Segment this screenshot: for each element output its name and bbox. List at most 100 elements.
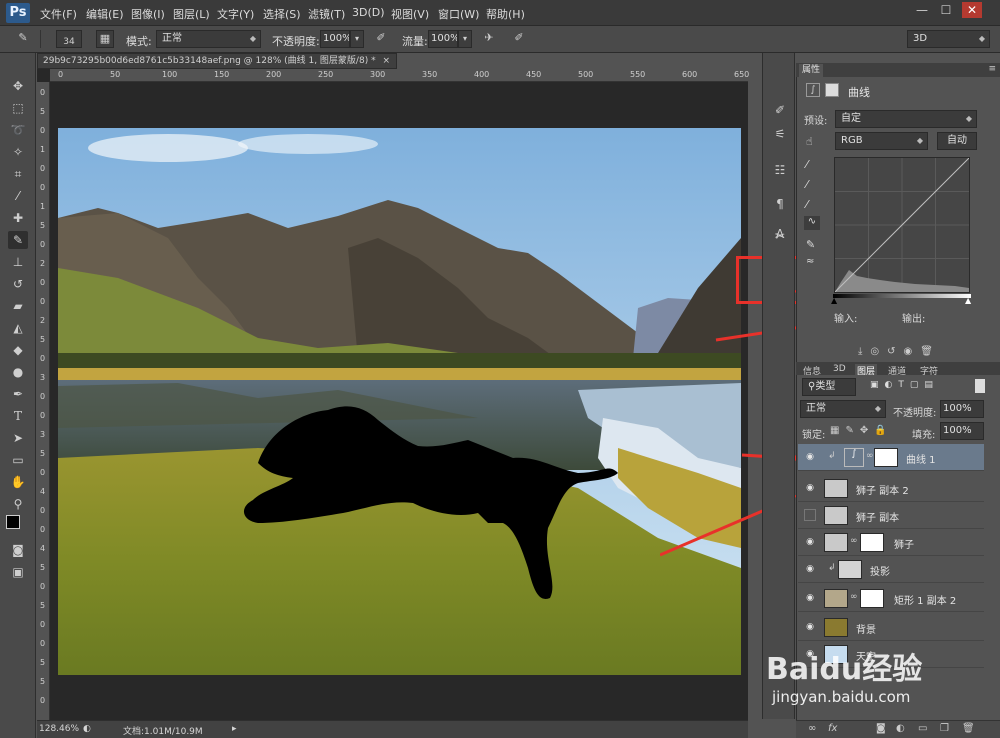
menu-file[interactable]: 文件(F) <box>40 6 77 22</box>
black-slider-handle[interactable]: ▲ <box>831 296 837 305</box>
menu-select[interactable]: 选择(S) <box>263 6 301 22</box>
properties-footer-icons[interactable]: ⤓◎↺◉🗑 <box>858 346 988 360</box>
visibility-eye-icon[interactable]: ◉ <box>804 451 816 463</box>
crop-tool-icon[interactable]: ⌗ <box>8 165 28 183</box>
menu-view[interactable]: 视图(V) <box>391 6 429 22</box>
opacity-dropdown-icon[interactable]: ▾ <box>350 30 364 48</box>
group-icon[interactable]: ▭ <box>918 723 927 734</box>
layer-mask-thumbnail[interactable] <box>874 448 898 467</box>
status-menu-icon[interactable]: ▸ <box>232 724 237 734</box>
fill-input[interactable]: 100% <box>940 422 984 440</box>
minimize-button[interactable]: — <box>912 2 932 18</box>
eyedropper-tool-icon[interactable]: ⁄ <box>8 187 28 205</box>
curves-graph[interactable] <box>834 157 970 293</box>
pressure-opacity-icon[interactable]: ✐ <box>372 30 390 48</box>
brush-tool-icon[interactable]: ✎ <box>14 30 32 48</box>
paint-bucket-tool-icon[interactable]: ◭ <box>8 319 28 337</box>
layer-filter-icons[interactable]: ▣◐T▢▤ <box>870 380 939 390</box>
hand-tool-icon[interactable]: ✋ <box>8 473 28 491</box>
layer-row-sky[interactable]: ◉ 天空 <box>798 641 984 668</box>
fx-icon[interactable]: fx <box>828 723 837 734</box>
opacity-input[interactable]: 100% <box>320 30 350 48</box>
marquee-tool-icon[interactable]: ⬚ <box>8 99 28 117</box>
lock-icons[interactable]: ▦✎✥🔒 <box>830 425 893 436</box>
close-tab-icon[interactable]: × <box>382 54 390 68</box>
trash-icon[interactable]: 🗑 <box>962 723 975 734</box>
auto-button[interactable]: 自动 <box>937 132 977 150</box>
tab-properties[interactable]: 属性 <box>799 64 824 77</box>
brush-presets-icon[interactable]: ✐ <box>770 101 790 119</box>
layer-mask-thumbnail[interactable] <box>860 533 884 552</box>
status-info-icon[interactable]: ◐ <box>83 724 91 734</box>
menu-layer[interactable]: 图层(L) <box>173 6 210 22</box>
tab-character[interactable]: 字符 <box>920 364 938 377</box>
visibility-eye-icon[interactable]: ◉ <box>804 621 816 633</box>
black-point-eyedropper-icon[interactable]: ⁄ <box>806 158 808 171</box>
layer-mask-thumbnail[interactable] <box>860 589 884 608</box>
filter-toggle[interactable] <box>975 379 985 393</box>
visibility-toggle-hidden[interactable]: · <box>804 509 816 521</box>
lasso-tool-icon[interactable]: ➰ <box>8 121 28 139</box>
move-tool-icon[interactable]: ✥ <box>8 77 28 95</box>
rectangle-tool-icon[interactable]: ▭ <box>8 451 28 469</box>
brush-tool-icon[interactable]: ✎ <box>8 231 28 249</box>
mode-select[interactable]: 正常 ◆ <box>156 30 261 48</box>
mask-icon[interactable]: ◙ <box>876 723 886 734</box>
panel-menu-icon[interactable]: ≡ <box>988 64 996 74</box>
blur-tool-icon[interactable]: ◆ <box>8 341 28 359</box>
magic-wand-tool-icon[interactable]: ✧ <box>8 143 28 161</box>
tools-icon[interactable]: ✂ <box>770 227 790 245</box>
maximize-button[interactable]: ☐ <box>936 2 956 18</box>
white-slider-handle[interactable]: ▲ <box>965 296 971 305</box>
layer-row-background[interactable]: ◉ 背景 <box>798 614 984 641</box>
new-layer-icon[interactable]: ❐ <box>940 723 949 734</box>
layer-row-rectangle-copy-2[interactable]: ◉ ∞ 矩形 1 副本 2 <box>798 585 984 612</box>
layer-opacity-input[interactable]: 100% <box>940 400 984 418</box>
tab-info[interactable]: 信息 <box>803 364 821 377</box>
visibility-eye-icon[interactable]: ◉ <box>804 482 816 494</box>
workspace-select[interactable]: 3D ◆ <box>907 30 990 48</box>
curve-point-mode-icon[interactable]: ∿ <box>804 216 820 230</box>
clone-stamp-tool-icon[interactable]: ⊥ <box>8 253 28 271</box>
canvas-image[interactable] <box>58 128 741 675</box>
preset-select[interactable]: 自定 ◆ <box>835 110 977 128</box>
menu-image[interactable]: 图像(I) <box>131 6 165 22</box>
document-tab[interactable]: 29b9c73295b00d6ed8761c5b33148aef.png @ 1… <box>37 53 397 69</box>
target-adjust-hand-icon[interactable]: ☝ <box>806 135 813 148</box>
brush-size-picker[interactable]: 34 <box>56 30 82 48</box>
pen-tool-icon[interactable]: ✒ <box>8 385 28 403</box>
brush-panel-icon[interactable]: ▦ <box>96 30 114 48</box>
paragraph-icon[interactable]: ¶ <box>770 195 790 213</box>
channel-select[interactable]: RGB ◆ <box>835 132 928 150</box>
blend-mode-select[interactable]: 正常 ◆ <box>800 400 886 418</box>
eraser-tool-icon[interactable]: ▰ <box>8 297 28 315</box>
close-button[interactable]: ✕ <box>962 2 982 18</box>
quick-mask-icon[interactable]: ◙ <box>8 541 28 559</box>
type-tool-icon[interactable]: T <box>8 407 28 425</box>
airbrush-icon[interactable]: ✈ <box>480 30 498 48</box>
layer-row-shadow[interactable]: ◉ ↲ 投影 <box>798 556 984 583</box>
pressure-size-icon[interactable]: ✐ <box>510 30 528 48</box>
tool-presets-icon[interactable]: ☷ <box>770 161 790 179</box>
menu-window[interactable]: 窗口(W) <box>438 6 479 22</box>
zoom-level[interactable]: 128.46% <box>39 724 79 734</box>
adjustment-icon[interactable]: ◐ <box>896 723 905 734</box>
menu-type[interactable]: 文字(Y) <box>217 6 254 22</box>
white-point-eyedropper-icon[interactable]: ⁄ <box>806 198 808 211</box>
brush-settings-icon[interactable]: ⚟ <box>770 125 790 143</box>
tab-3d[interactable]: 3D <box>833 364 846 374</box>
menu-3d[interactable]: 3D(D) <box>352 6 385 19</box>
layer-row-lion-copy-2[interactable]: ◉ 狮子 副本 2 <box>798 475 984 502</box>
flow-dropdown-icon[interactable]: ▾ <box>458 30 472 48</box>
zoom-tool-icon[interactable]: ⚲ <box>8 495 28 513</box>
tab-channels[interactable]: 通道 <box>888 364 906 377</box>
menu-edit[interactable]: 编辑(E) <box>86 6 124 22</box>
mask-thumbnail-icon[interactable] <box>825 83 839 97</box>
visibility-eye-icon[interactable]: ◉ <box>804 648 816 660</box>
menu-filter[interactable]: 滤镜(T) <box>308 6 345 22</box>
tab-layers[interactable]: 图层 <box>855 364 878 377</box>
smooth-curve-icon[interactable]: ≈ <box>806 256 814 267</box>
dodge-tool-icon[interactable]: ● <box>8 363 28 381</box>
layer-row-lion-copy[interactable]: · 狮子 副本 <box>798 502 984 529</box>
layer-row-curves[interactable]: ◉ ↲ ∫ ∞ 曲线 1 <box>798 444 984 471</box>
